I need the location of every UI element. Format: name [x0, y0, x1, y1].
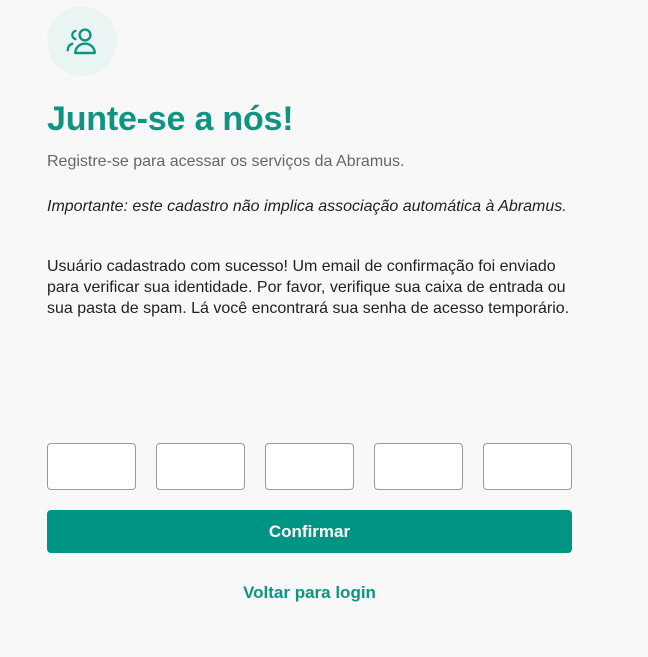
- confirm-button[interactable]: Confirmar: [47, 510, 572, 553]
- verification-code-inputs: [47, 443, 572, 490]
- code-digit-3-input[interactable]: [265, 443, 354, 490]
- code-digit-1-input[interactable]: [47, 443, 136, 490]
- success-message: Usuário cadastrado com sucesso! Um email…: [47, 258, 570, 317]
- code-digit-4-input[interactable]: [374, 443, 463, 490]
- code-digit-2-input[interactable]: [156, 443, 245, 490]
- important-notice: Importante: este cadastro não implica as…: [47, 198, 567, 215]
- back-to-login-link[interactable]: Voltar para login: [47, 583, 572, 603]
- page-subtitle: Registre-se para acessar os serviços da …: [47, 153, 405, 170]
- signup-confirmation-page: Junte-se a nós! Registre-se para acessar…: [0, 0, 648, 657]
- users-icon-badge: [47, 6, 117, 76]
- page-title: Junte-se a nós!: [47, 100, 294, 138]
- code-digit-5-input[interactable]: [483, 443, 572, 490]
- users-icon: [66, 28, 96, 55]
